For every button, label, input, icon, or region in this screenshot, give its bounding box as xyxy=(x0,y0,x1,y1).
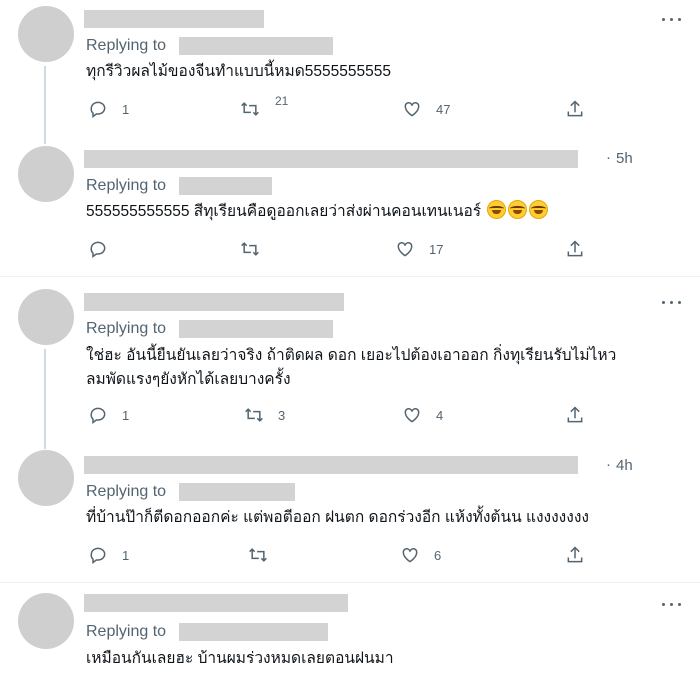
replying-to-handle-redacted[interactable] xyxy=(179,177,272,195)
retweet-count: 3 xyxy=(278,407,286,423)
replying-to-label: Replying to xyxy=(86,37,167,54)
author-name-redacted[interactable] xyxy=(84,10,264,28)
reply-icon xyxy=(90,101,106,118)
reply-icon xyxy=(90,547,106,564)
like-button[interactable]: 47 xyxy=(402,98,450,120)
avatar[interactable] xyxy=(18,289,74,345)
tweet-1[interactable]: Replying to ทุกรีวิวผลไม้ของจีนทำแบบนี้ห… xyxy=(0,0,700,144)
reply-button[interactable] xyxy=(88,238,108,260)
action-bar: 1 21 47 xyxy=(0,94,700,120)
share-button[interactable] xyxy=(565,544,585,566)
replying-to-label: Replying to xyxy=(86,320,167,337)
reply-count: 1 xyxy=(122,407,130,423)
rofl-emoji-icon xyxy=(529,200,549,219)
like-button[interactable]: 4 xyxy=(402,404,443,426)
avatar[interactable] xyxy=(18,450,74,506)
heart-icon xyxy=(397,241,413,257)
thread-line xyxy=(44,349,46,449)
reply-count: 1 xyxy=(122,101,130,117)
reply-button[interactable]: 1 xyxy=(88,98,129,120)
replying-to-handle-redacted[interactable] xyxy=(179,320,333,338)
rofl-emoji-icon xyxy=(487,200,507,219)
action-bar: 1 3 4 xyxy=(0,404,700,426)
reply-count: 1 xyxy=(122,547,130,563)
retweet-button[interactable] xyxy=(240,238,260,260)
heart-icon xyxy=(404,101,420,117)
like-count: 6 xyxy=(434,547,442,563)
tweet-2[interactable]: · 5h Replying to 555555555555 สีทุเรียนค… xyxy=(0,138,700,276)
share-icon xyxy=(567,240,583,257)
avatar[interactable] xyxy=(18,6,74,62)
share-button[interactable] xyxy=(565,238,585,260)
reply-icon xyxy=(90,407,106,424)
share-icon xyxy=(567,100,583,117)
author-name-redacted[interactable] xyxy=(84,150,578,168)
replying-to-label: Replying to xyxy=(86,177,167,194)
replying-to-label: Replying to xyxy=(86,623,167,640)
avatar[interactable] xyxy=(18,593,74,649)
like-button[interactable]: 17 xyxy=(395,238,443,260)
like-count: 47 xyxy=(436,101,451,117)
tweet-text: ใช่ฮะ อันนี้ยืนยันเลยว่าจริง ถ้าติดผล ดอ… xyxy=(86,347,617,388)
replying-to-label: Replying to xyxy=(86,483,167,500)
replying-to-handle-redacted[interactable] xyxy=(179,37,333,55)
retweet-count: 21 xyxy=(275,94,289,108)
more-icon[interactable] xyxy=(662,297,684,309)
reply-icon xyxy=(90,241,106,258)
rofl-emoji-icon xyxy=(508,200,528,219)
more-icon[interactable] xyxy=(662,14,684,26)
heart-icon xyxy=(404,407,420,423)
like-count: 17 xyxy=(429,241,444,257)
share-button[interactable] xyxy=(565,404,585,426)
retweet-button[interactable] xyxy=(240,98,260,120)
retweet-icon xyxy=(241,102,259,116)
tweet-5[interactable]: Replying to เหมือนกันเลยฮะ บ้านผมร่วงหมด… xyxy=(0,583,700,677)
reply-button[interactable]: 1 xyxy=(88,544,129,566)
share-icon xyxy=(567,406,583,423)
retweet-button[interactable] xyxy=(248,544,268,566)
avatar[interactable] xyxy=(18,146,74,202)
retweet-button[interactable]: 3 xyxy=(244,404,285,426)
replying-to-handle-redacted[interactable] xyxy=(179,623,328,641)
dot-separator: · xyxy=(606,456,611,473)
author-name-redacted[interactable] xyxy=(84,293,344,311)
timestamp[interactable]: 4h xyxy=(616,457,633,474)
share-button[interactable] xyxy=(565,98,585,120)
author-name-redacted[interactable] xyxy=(84,594,348,612)
retweet-icon xyxy=(245,408,263,422)
tweet-3[interactable]: Replying to ใช่ฮะ อันนี้ยืนยันเลยว่าจริง… xyxy=(0,277,700,449)
action-bar: 17 xyxy=(0,238,700,260)
replying-to-handle-redacted[interactable] xyxy=(179,483,295,501)
reply-button[interactable]: 1 xyxy=(88,404,129,426)
dot-separator: · xyxy=(606,149,611,166)
heart-icon xyxy=(402,547,418,563)
like-button[interactable]: 6 xyxy=(400,544,441,566)
tweet-text: 555555555555 สีทุเรียนคือดูออกเลยว่าส่งผ… xyxy=(86,200,549,224)
tweet-text: เหมือนกันเลยฮะ บ้านผมร่วงหมดเลยตอนฝนมา xyxy=(86,650,394,667)
retweet-icon xyxy=(241,242,259,256)
tweet-text: ที่บ้านป๊าก็ตีดอกออกค่ะ แต่พอตีออก ฝนตก … xyxy=(86,509,589,526)
author-name-redacted[interactable] xyxy=(84,456,578,474)
like-count: 4 xyxy=(436,407,444,423)
tweet-text: ทุกรีวิวผลไม้ของจีนทำแบบนี้หมด5555555555 xyxy=(86,63,391,80)
share-icon xyxy=(567,546,583,563)
timestamp[interactable]: 5h xyxy=(616,150,633,167)
action-bar: 1 6 xyxy=(0,544,700,566)
more-icon[interactable] xyxy=(662,599,684,611)
retweet-icon xyxy=(249,548,267,562)
tweet-4[interactable]: · 4h Replying to ที่บ้านป๊าก็ตีดอกออกค่ะ… xyxy=(0,440,700,582)
